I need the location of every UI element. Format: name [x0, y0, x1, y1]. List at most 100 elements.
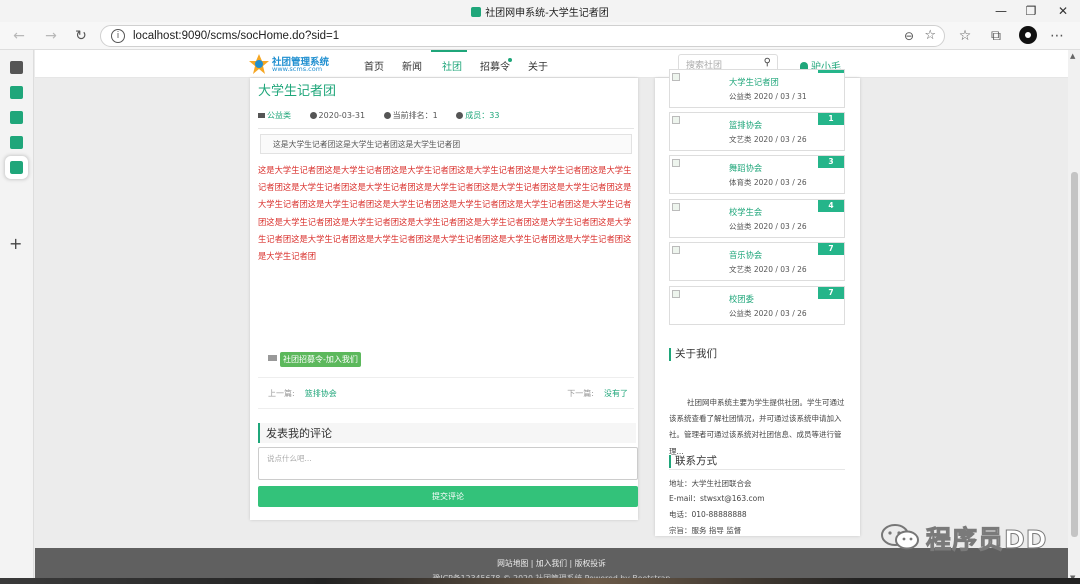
article-meta: 公益类 2020-03-31 当前排名：1 成员：33: [258, 110, 515, 121]
list-icon: [258, 113, 265, 118]
article-category[interactable]: 公益类: [267, 111, 291, 120]
site-info-icon[interactable]: i: [111, 29, 125, 43]
scrollbar-thumb[interactable]: [1071, 172, 1078, 537]
recruit-dot: [508, 58, 512, 62]
submit-comment-button[interactable]: 提交评论: [258, 486, 638, 507]
logo-star-icon: [249, 54, 269, 74]
close-button[interactable]: ✕: [1048, 2, 1078, 20]
club-image-icon: [672, 203, 680, 211]
profile-avatar[interactable]: [1019, 26, 1037, 44]
club-item[interactable]: 校学生会 公益类 2020 / 03 / 26 4: [669, 199, 845, 238]
new-tab-plus-icon[interactable]: +: [9, 234, 22, 253]
club-item[interactable]: 音乐协会 文艺类 2020 / 03 / 26 7: [669, 242, 845, 281]
collections-icon[interactable]: ⧉: [985, 26, 1007, 46]
comment-placeholder: 说点什么吧...: [267, 454, 312, 463]
site-logo[interactable]: 社团管理系统 www.scms.com: [248, 52, 332, 76]
favorite-star-icon[interactable]: ☆: [924, 28, 936, 43]
club-item[interactable]: 篮排协会 文艺类 2020 / 03 / 26 1: [669, 112, 845, 151]
club-badge: [818, 70, 844, 73]
club-name[interactable]: 校团委: [729, 293, 754, 305]
menu-about[interactable]: 关于: [528, 58, 548, 73]
favorites-icon[interactable]: ☆: [954, 26, 976, 46]
page-scrollbar[interactable]: ▲ ▼: [1068, 50, 1080, 584]
tab-icon-1[interactable]: [10, 61, 23, 74]
logo-subtitle: www.scms.com: [272, 65, 323, 73]
user-icon: [456, 112, 464, 119]
tab-icon-active[interactable]: [8, 159, 25, 176]
site-header: 社团管理系统 www.scms.com 首页 新闻 社团 招募令 关于 搜索社团…: [35, 50, 1068, 78]
club-image-icon: [672, 290, 680, 298]
article-date: 2020-03-31: [318, 111, 366, 120]
contact-email: E-mail：stwsxt@163.com: [669, 494, 765, 503]
contact-phone: 电话：010-88888888: [669, 510, 747, 519]
club-item[interactable]: 舞蹈协会 体育类 2020 / 03 / 26 3: [669, 155, 845, 194]
article-content: 这是大学生记者团这是大学生记者团这是大学生记者团这是大学生记者团这是大学生记者团…: [258, 165, 632, 262]
club-info: 公益类 2020 / 03 / 26: [729, 309, 807, 318]
forward-arrow-icon[interactable]: →: [40, 26, 62, 46]
active-menu-indicator: [431, 50, 467, 52]
back-arrow-icon[interactable]: ←: [8, 26, 30, 46]
tab-icon-3[interactable]: [10, 111, 23, 124]
article-title: 大学生记者团: [258, 84, 337, 99]
contact-title: 联系方式: [669, 455, 845, 468]
club-name[interactable]: 音乐协会: [729, 249, 762, 261]
tag-icon: [268, 355, 277, 361]
divider: [258, 408, 634, 409]
club-image-icon: [672, 73, 680, 81]
address-bar[interactable]: i localhost:9090/scms/socHome.do?sid=1 ⊖…: [100, 25, 945, 47]
club-image-icon: [672, 116, 680, 124]
article-rank: 当前排名：1: [392, 111, 438, 120]
club-info: 文艺类 2020 / 03 / 26: [729, 265, 807, 274]
url-text[interactable]: localhost:9090/scms/socHome.do?sid=1: [133, 30, 339, 42]
window-title-text: 社团网申系统-大学生记者团: [485, 8, 609, 19]
about-text: 社团网申系统主要为学生提供社团。学生可通过该系统查看了解社团情况，并可通过该系统…: [669, 398, 845, 456]
club-image-icon: [672, 246, 680, 254]
tab-icon-4[interactable]: [10, 136, 23, 149]
article-summary: 这是大学生记者团这是大学生记者团这是大学生记者团: [260, 134, 632, 154]
maximize-button[interactable]: ❐: [1016, 2, 1046, 20]
menu-news[interactable]: 新闻: [402, 58, 422, 73]
tab-icon-2[interactable]: [10, 86, 23, 99]
divider: [258, 128, 634, 129]
window-title-bar: 社团网申系统-大学生记者团 — ❐ ✕: [0, 0, 1080, 22]
recruit-tag[interactable]: 社团招募令-加入我们: [280, 352, 361, 367]
menu-clubs[interactable]: 社团: [442, 58, 462, 73]
contact-motto: 宗旨：服务 指导 监督: [669, 526, 742, 535]
about-title: 关于我们: [669, 348, 845, 361]
clock-icon: [309, 112, 317, 119]
next-label: 下一篇:: [567, 389, 594, 398]
scroll-up-icon[interactable]: ▲: [1070, 52, 1075, 60]
search-icon[interactable]: ⚲: [764, 57, 771, 68]
comment-textarea[interactable]: 说点什么吧...: [258, 447, 638, 480]
comment-heading: 发表我的评论: [258, 423, 636, 443]
club-name[interactable]: 篮排协会: [729, 119, 762, 131]
eye-icon: [383, 112, 391, 119]
menu-recruit[interactable]: 招募令: [480, 58, 510, 73]
club-name[interactable]: 大学生记者团: [729, 76, 779, 88]
club-name[interactable]: 舞蹈协会: [729, 162, 762, 174]
club-item[interactable]: 大学生记者团 公益类 2020 / 03 / 31: [669, 69, 845, 108]
article-tag-row: 社团招募令-加入我们: [268, 351, 361, 367]
zoom-icon[interactable]: ⊖: [904, 29, 914, 43]
watermark-text: 程序员DD: [926, 525, 1048, 555]
sidebar: 大学生记者团 公益类 2020 / 03 / 31 篮排协会 文艺类 2020 …: [655, 69, 860, 536]
club-badge: 1: [818, 113, 844, 125]
footer-links[interactable]: 网站地图 | 加入我们 | 版权投诉: [35, 558, 1068, 569]
club-info: 文艺类 2020 / 03 / 26: [729, 135, 807, 144]
next-article-link[interactable]: 没有了: [604, 389, 628, 398]
reload-icon[interactable]: ↻: [70, 26, 92, 46]
club-name[interactable]: 校学生会: [729, 206, 762, 218]
prev-article-link[interactable]: 篮排协会: [305, 389, 337, 398]
favicon-icon: [471, 7, 482, 17]
page-viewport: 社团管理系统 www.scms.com 首页 新闻 社团 招募令 关于 搜索社团…: [35, 50, 1068, 584]
minimize-button[interactable]: —: [986, 2, 1016, 20]
prev-label: 上一篇:: [268, 389, 295, 398]
divider: [258, 377, 634, 378]
club-info: 公益类 2020 / 03 / 26: [729, 222, 807, 231]
club-item[interactable]: 校团委 公益类 2020 / 03 / 26 7: [669, 286, 845, 325]
contact-address: 地址：大学生社团联合会: [669, 479, 752, 488]
prev-article: 上一篇: 篮排协会: [268, 388, 337, 399]
vertical-tabs-panel: +: [0, 50, 34, 584]
more-menu-icon[interactable]: ⋯: [1046, 26, 1068, 46]
menu-home[interactable]: 首页: [364, 58, 384, 73]
